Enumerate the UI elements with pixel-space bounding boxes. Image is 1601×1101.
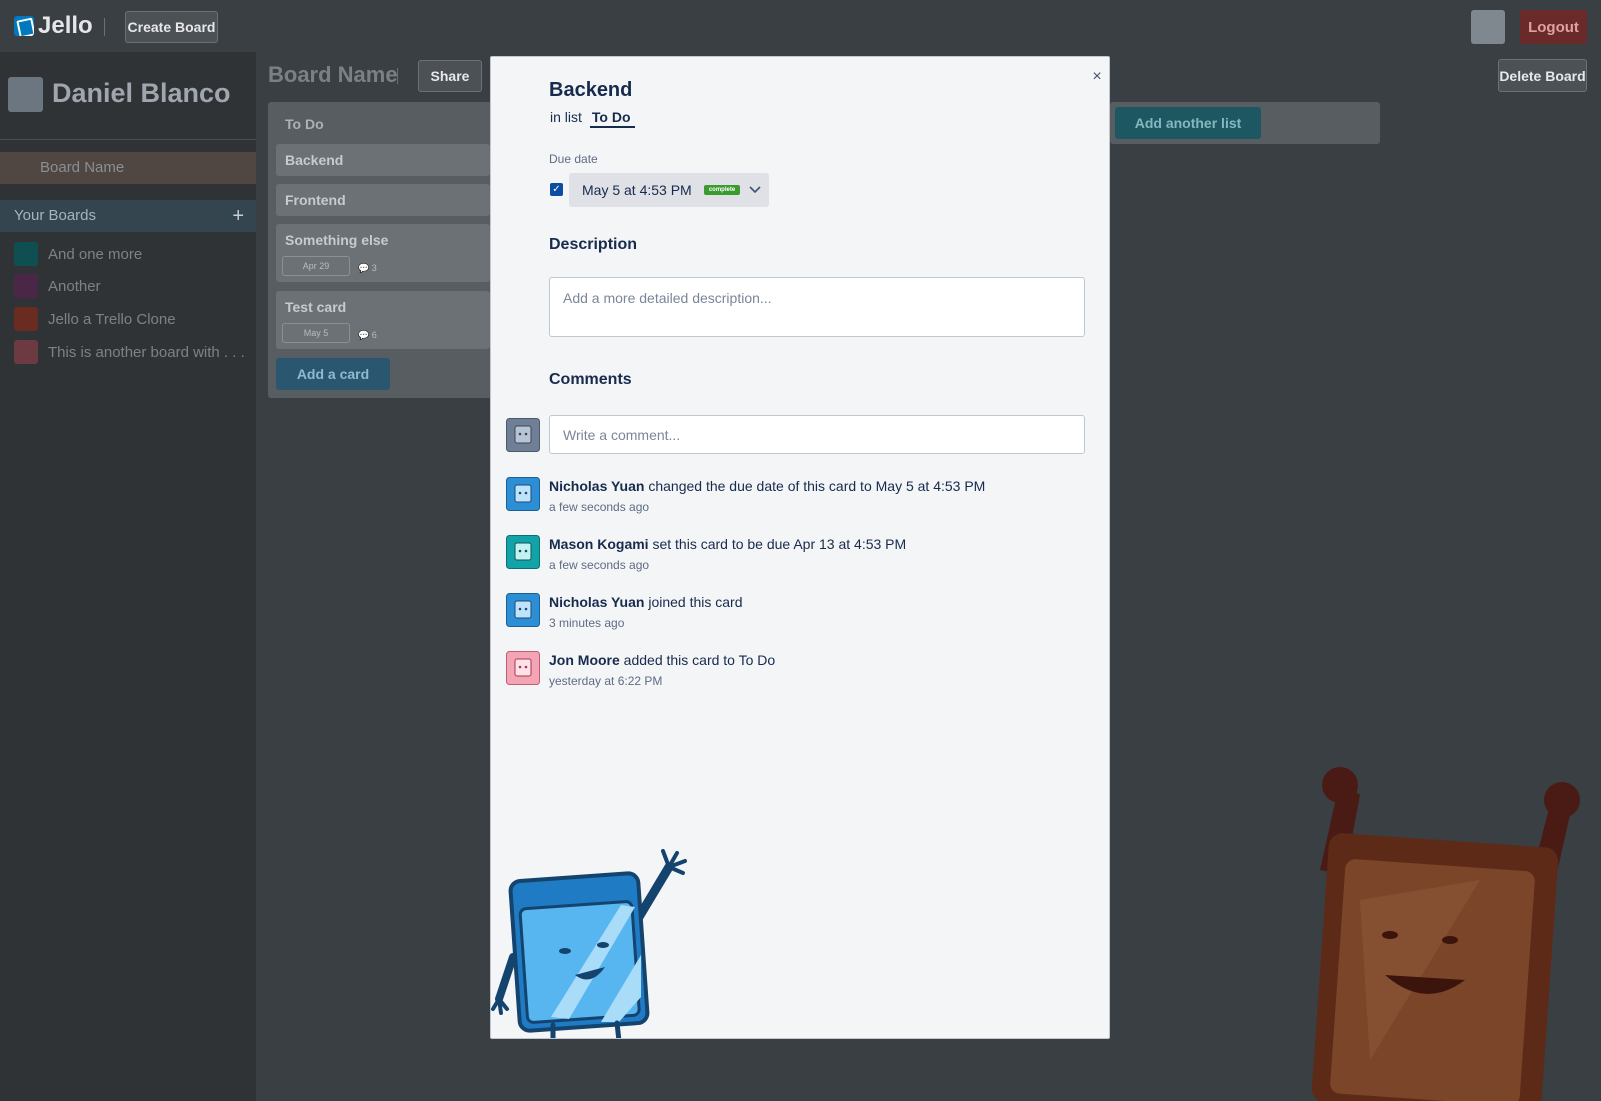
mascot-illustration-brown: [1311, 767, 1580, 1101]
share-button[interactable]: Share: [418, 60, 482, 92]
description-input[interactable]: Add a more detailed description...: [549, 277, 1085, 337]
list-card-title: Test card: [285, 299, 347, 315]
list-card[interactable]: Frontend: [276, 184, 490, 216]
list-title[interactable]: To Do: [285, 116, 324, 132]
add-list-button[interactable]: Add another list: [1115, 107, 1261, 139]
comment-count-value: 6: [371, 330, 377, 340]
activity-user[interactable]: Jon Moore: [549, 652, 620, 668]
activity-text: Nicholas Yuan joined this card: [549, 594, 743, 610]
jello-logo-icon: [14, 16, 34, 36]
board-color-swatch: [14, 242, 38, 266]
board-title[interactable]: Board Name: [268, 62, 398, 88]
card-list-info: in list To Do: [550, 109, 635, 128]
activity-item: Nicholas Yuan joined this card 3 minutes…: [506, 593, 1086, 633]
due-date-badge: May 5: [282, 323, 350, 343]
activity-time: yesterday at 6:22 PM: [549, 674, 663, 688]
activity-description: joined this card: [648, 594, 743, 610]
activity-description: changed the due date of this card to May…: [648, 478, 986, 494]
logout-button[interactable]: Logout: [1520, 10, 1587, 44]
user-avatar[interactable]: [1471, 10, 1505, 44]
due-complete-checkbox[interactable]: ✓: [550, 183, 563, 196]
sidebar-current-board[interactable]: Board Name: [0, 152, 256, 184]
comment-input[interactable]: Write a comment...: [549, 415, 1085, 454]
sidebar-board-label: And one more: [48, 245, 143, 263]
activity-user[interactable]: Nicholas Yuan: [549, 594, 644, 610]
user-avatar: [506, 477, 540, 511]
user-avatar: [506, 535, 540, 569]
board-color-swatch: [14, 274, 38, 298]
delete-board-button[interactable]: Delete Board: [1498, 59, 1587, 92]
description-title: Description: [549, 236, 638, 253]
list-card-title: Backend: [285, 152, 344, 168]
sidebar-board-item[interactable]: Another: [14, 274, 101, 298]
mascot-illustration-blue: [491, 849, 687, 1038]
activity-time: a few seconds ago: [549, 500, 650, 514]
create-board-button[interactable]: Create Board: [125, 11, 218, 43]
activity-description: added this card to To Do: [623, 652, 776, 668]
card-detail-modal: × Backend in list To Do Due date ✓ May 5…: [490, 56, 1110, 1039]
activity-time: a few seconds ago: [549, 558, 650, 572]
sidebar-board-label: Jello a Trello Clone: [48, 310, 176, 328]
activity-user[interactable]: Nicholas Yuan: [549, 478, 644, 494]
activity-text: Nicholas Yuan changed the due date of th…: [549, 478, 985, 494]
comment-count-value: 3: [371, 263, 377, 273]
navbar-divider: [104, 18, 105, 36]
list-todo: To Do Backend Frontend Something else Ap…: [268, 102, 498, 398]
sidebar-board-item[interactable]: And one more: [14, 242, 143, 266]
close-icon[interactable]: ×: [1087, 67, 1107, 87]
activity-item: Mason Kogami set this card to be due Apr…: [506, 535, 1086, 575]
due-date-value: May 5 at 4:53 PM: [582, 182, 692, 198]
profile-name: Daniel Blanco: [52, 78, 231, 108]
due-date-badge: Apr 29: [282, 256, 350, 276]
list-card[interactable]: Backend: [276, 144, 490, 176]
sidebar-board-label: Another: [48, 277, 101, 295]
due-date-label: Due date: [549, 152, 598, 166]
comment-count: 💬 3: [358, 263, 377, 274]
sidebar-board-item[interactable]: Jello a Trello Clone: [14, 307, 176, 331]
user-avatar: [506, 593, 540, 627]
comments-title: Comments: [549, 371, 632, 388]
comment-bubble-icon: 💬: [358, 263, 370, 273]
add-card-button[interactable]: Add a card: [276, 358, 390, 390]
sidebar-board-item[interactable]: This is another board with . . .: [14, 340, 245, 364]
board-color-swatch: [14, 307, 38, 331]
add-list-container: Add another list: [1110, 102, 1380, 144]
your-boards-label: Your Boards: [14, 207, 97, 224]
due-status-badge: complete: [704, 185, 740, 195]
app-logo[interactable]: Jello: [14, 12, 93, 40]
activity-item: Jon Moore added this card to To Do yeste…: [506, 651, 1086, 691]
activity-item: Nicholas Yuan changed the due date of th…: [506, 477, 1086, 517]
chevron-down-icon: [749, 186, 761, 194]
your-boards-header: Your Boards +: [0, 200, 256, 232]
activity-text: Jon Moore added this card to To Do: [549, 652, 775, 668]
sidebar-board-label: This is another board with . . .: [48, 343, 245, 361]
activity-user[interactable]: Mason Kogami: [549, 536, 649, 552]
activity-description: set this card to be due Apr 13 at 4:53 P…: [652, 536, 907, 552]
app-logo-text: Jello: [38, 12, 93, 39]
list-card-title: Something else: [285, 232, 389, 248]
list-card[interactable]: Test card May 5 💬 6: [276, 291, 490, 349]
board-color-swatch: [14, 340, 38, 364]
board-header-divider: [397, 68, 398, 84]
user-avatar: [506, 651, 540, 685]
sidebar: Daniel Blanco Board Name Your Boards + A…: [0, 52, 256, 1101]
card-title[interactable]: Backend: [549, 79, 632, 102]
due-date-dropdown[interactable]: May 5 at 4:53 PM complete: [569, 173, 769, 207]
list-card[interactable]: Something else Apr 29 💬 3: [276, 224, 490, 282]
in-list-label: in list: [550, 109, 582, 125]
sidebar-divider: [0, 139, 256, 140]
profile-avatar: [8, 77, 43, 112]
list-link[interactable]: To Do: [589, 109, 635, 128]
activity-time: 3 minutes ago: [549, 616, 625, 630]
top-navbar: Jello Create Board Logout: [0, 0, 1601, 52]
comment-count: 💬 6: [358, 330, 377, 341]
comment-bubble-icon: 💬: [358, 330, 370, 340]
current-user-avatar: [506, 418, 540, 452]
plus-icon[interactable]: +: [232, 200, 244, 232]
activity-text: Mason Kogami set this card to be due Apr…: [549, 536, 906, 552]
list-card-title: Frontend: [285, 192, 346, 208]
